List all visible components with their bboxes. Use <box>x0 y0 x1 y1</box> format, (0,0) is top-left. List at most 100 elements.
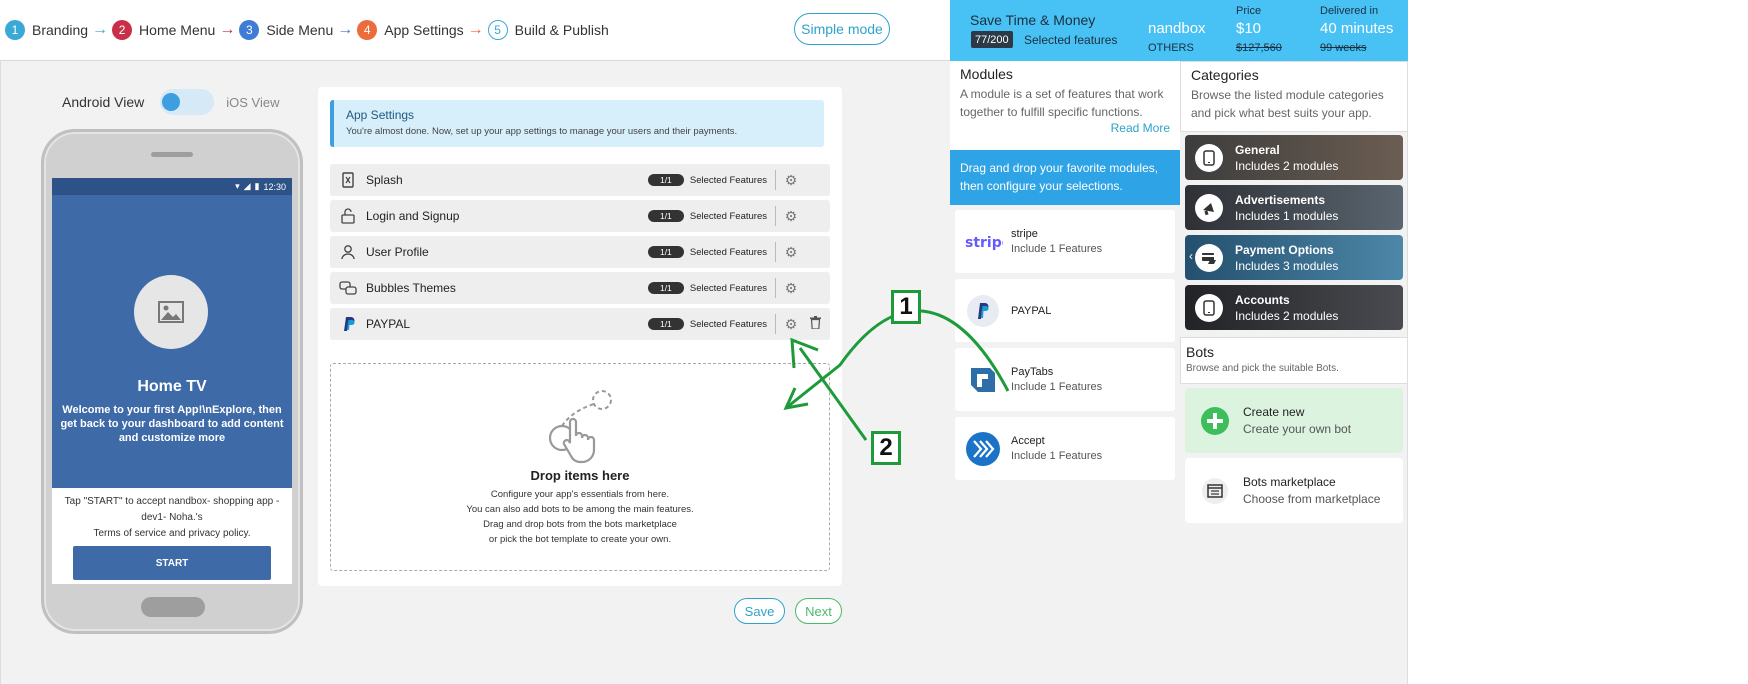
category-card-payment-options[interactable]: ‹ Payment Options Includes 3 modules <box>1185 235 1403 280</box>
category-card-advertisements[interactable]: Advertisements Includes 1 modules <box>1185 185 1403 230</box>
step-home-menu[interactable]: 2 Home Menu → <box>112 20 239 40</box>
arrow-right-icon: → <box>337 21 354 38</box>
splash-icon <box>330 172 366 188</box>
app-builder-page: 1 Branding → 2 Home Menu → 3 Side Menu →… <box>0 0 1748 684</box>
categories-description: Browse the listed module categories and … <box>1191 88 1384 120</box>
megaphone-icon <box>1195 193 1223 222</box>
payment-icon <box>1195 243 1223 272</box>
others-label: OTHERS <box>1148 42 1194 54</box>
selected-features-label: Selected Features <box>689 246 767 258</box>
read-more-link[interactable]: Read More <box>1111 121 1170 135</box>
setting-row-splash[interactable]: Splash 1/1 Selected Features ⚙ <box>330 164 830 196</box>
row-label: User Profile <box>366 245 429 259</box>
builder-workspace: Android View iOS View ▾ ◢ ▮ 12:30 Home T… <box>0 61 950 684</box>
modules-description: A module is a set of features that work … <box>960 87 1164 119</box>
status-bar: ▾ ◢ ▮ 12:30 <box>52 178 292 195</box>
image-placeholder-icon <box>134 275 208 349</box>
module-card-stripe[interactable]: stripe stripe Include 1 Features <box>955 210 1175 273</box>
module-name: Accept <box>1011 435 1045 447</box>
step-app-settings[interactable]: 4 App Settings → <box>357 20 487 40</box>
divider <box>775 242 776 262</box>
phone-home-button <box>141 597 205 617</box>
drop-title: Drop items here <box>530 468 630 483</box>
modules-column: Modules A module is a set of features th… <box>950 61 1180 684</box>
features-count-label: Selected features <box>1024 33 1118 47</box>
bubbles-icon <box>330 280 366 296</box>
gear-icon[interactable]: ⚙ <box>784 244 798 261</box>
row-label: Login and Signup <box>366 209 460 223</box>
step-label: Home Menu <box>139 22 216 38</box>
settings-header: App Settings You're almost done. Now, se… <box>330 100 824 147</box>
gear-icon[interactable]: ⚙ <box>784 316 798 333</box>
drop-zone[interactable]: Drop items here Configure your app's ess… <box>330 363 830 571</box>
terms-link[interactable]: Terms of service and privacy policy. <box>60 526 284 542</box>
selected-count-badge: 1/1 <box>647 318 684 330</box>
android-view-label: Android View <box>62 94 145 110</box>
setting-row-paypal[interactable]: PAYPAL 1/1 Selected Features ⚙ <box>330 308 830 340</box>
drop-instructions: Configure your app's essentials from her… <box>331 487 829 547</box>
category-count: Includes 3 modules <box>1235 258 1339 273</box>
gear-icon[interactable]: ⚙ <box>784 208 798 225</box>
phone-icon <box>1195 293 1223 322</box>
bots-marketplace-card[interactable]: Bots marketplace Choose from marketplace <box>1185 458 1403 523</box>
category-card-general[interactable]: General Includes 2 modules <box>1185 135 1403 180</box>
drop-line: Drag and drop bots from the bots marketp… <box>483 519 677 530</box>
setting-row-user-profile[interactable]: User Profile 1/1 Selected Features ⚙ <box>330 236 830 268</box>
category-info: Accounts Includes 2 modules <box>1235 293 1338 323</box>
trash-icon[interactable] <box>808 316 822 332</box>
step-label: Build & Publish <box>514 22 609 38</box>
simple-mode-button[interactable]: Simple mode <box>794 13 890 45</box>
selected-count-badge: 1/1 <box>647 174 684 186</box>
selected-count-badge: 1/1 <box>647 210 684 222</box>
module-info: Accept Include 1 Features <box>1011 435 1102 462</box>
module-card-paytabs[interactable]: PayTabs Include 1 Features <box>955 348 1175 411</box>
selected-features-label: Selected Features <box>689 282 767 294</box>
selected-count-badge: 1/1 <box>647 246 684 258</box>
accept-logo-icon <box>955 431 1011 467</box>
phone-speaker <box>151 152 193 157</box>
step-branding[interactable]: 1 Branding → <box>5 20 112 40</box>
category-info: Payment Options Includes 3 modules <box>1235 243 1338 273</box>
step-build-publish[interactable]: 5 Build & Publish <box>487 20 609 40</box>
signal-icon: ◢ <box>243 181 251 191</box>
module-info: stripe Include 1 Features <box>1011 228 1102 255</box>
divider <box>775 278 776 298</box>
arrow-right-icon: → <box>92 21 109 38</box>
category-card-accounts[interactable]: Accounts Includes 2 modules <box>1185 285 1403 330</box>
status-time: 12:30 <box>263 181 286 192</box>
drop-line: or pick the bot template to create your … <box>488 534 672 545</box>
delivered-header: Delivered in <box>1320 5 1379 17</box>
gear-icon[interactable]: ⚙ <box>784 280 798 297</box>
price-header: Price <box>1236 5 1262 17</box>
category-title: Accounts <box>1235 292 1290 307</box>
price-value: $10 <box>1236 20 1262 37</box>
banner-title: Save Time & Money <box>970 12 1096 28</box>
categories-column: Categories Browse the listed module cate… <box>1180 61 1408 684</box>
start-button[interactable]: START <box>73 546 271 580</box>
home-description: Welcome to your first App!\nExplore, the… <box>60 404 284 444</box>
view-switch[interactable] <box>160 89 215 115</box>
chevron-left-icon: ‹ <box>1189 249 1193 263</box>
module-card-accept[interactable]: Accept Include 1 Features <box>955 417 1175 480</box>
modules-title: Modules <box>960 66 1013 82</box>
setting-row-bubbles-themes[interactable]: Bubbles Themes 1/1 Selected Features ⚙ <box>330 272 830 304</box>
app-settings-panel: App Settings You're almost done. Now, se… <box>318 87 842 586</box>
next-button[interactable]: Next <box>795 598 842 624</box>
stripe-logo-icon: stripe <box>955 234 1011 250</box>
pricing-banner: Save Time & Money 77/200 Selected featur… <box>950 0 1408 61</box>
selected-features-label: Selected Features <box>689 174 767 186</box>
paypal-logo-icon <box>955 294 1011 328</box>
step-side-menu[interactable]: 3 Side Menu → <box>239 20 357 40</box>
paytabs-logo-icon <box>955 365 1011 395</box>
save-button[interactable]: Save <box>734 598 785 624</box>
create-bot-card[interactable]: Create new Create your own bot <box>1185 388 1403 453</box>
user-icon <box>330 244 366 260</box>
setting-row-login[interactable]: Login and Signup 1/1 Selected Features ⚙ <box>330 200 830 232</box>
module-card-paypal[interactable]: PAYPAL <box>955 279 1175 342</box>
step-number: 4 <box>357 20 378 40</box>
categories-header: Categories Browse the listed module cate… <box>1180 61 1408 132</box>
step-number: 3 <box>239 20 260 40</box>
gear-icon[interactable]: ⚙ <box>784 172 798 189</box>
step-number: 2 <box>112 20 133 40</box>
bot-info: Create new Create your own bot <box>1243 405 1351 436</box>
